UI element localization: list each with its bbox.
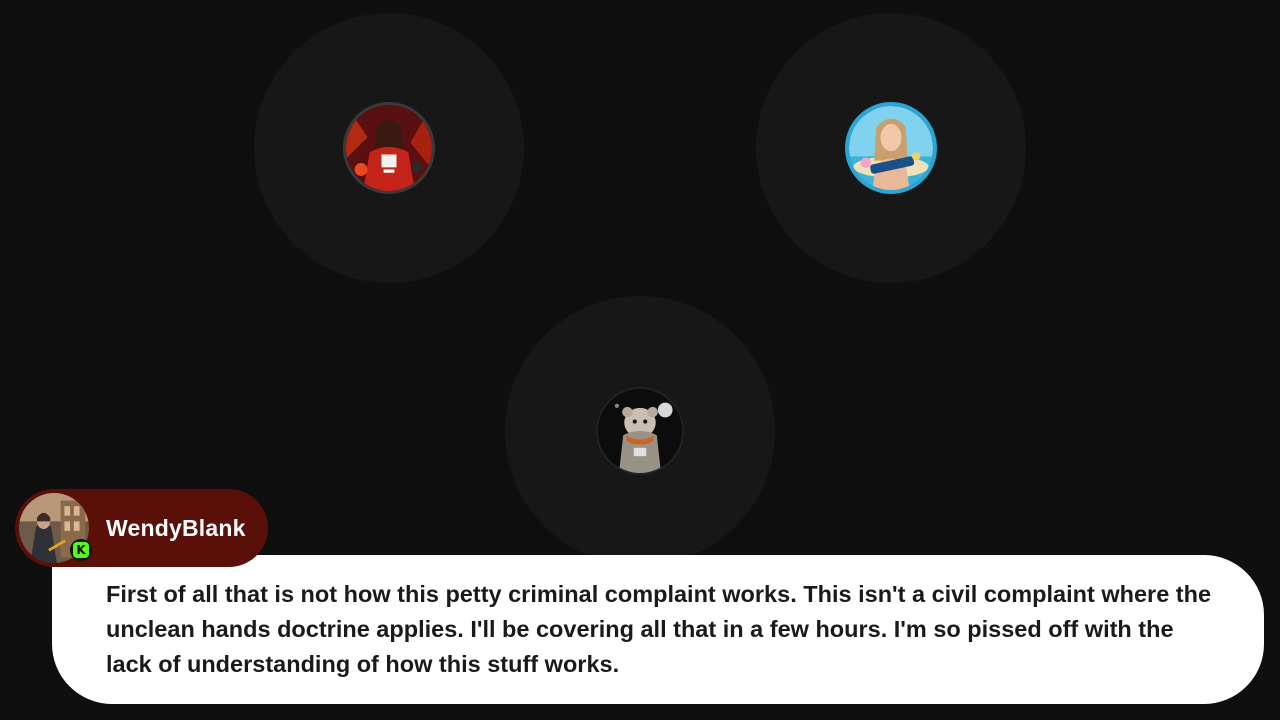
participant-avatar-3[interactable] bbox=[596, 387, 684, 475]
participant-avatar-1[interactable] bbox=[343, 102, 435, 194]
participant-avatar-2[interactable] bbox=[845, 102, 937, 194]
kick-badge-letter: K bbox=[73, 542, 89, 558]
avatar-red-character-icon bbox=[346, 105, 432, 191]
participant-halo-1 bbox=[254, 13, 524, 283]
participant-halo-3 bbox=[505, 296, 775, 566]
voice-stage: K WendyBlank First of all that is not ho… bbox=[0, 0, 1280, 720]
avatar-nonsense-woman-icon bbox=[849, 106, 933, 190]
participant-halo-2 bbox=[756, 13, 1026, 283]
message-text: First of all that is not how this petty … bbox=[106, 581, 1212, 677]
avatar-ewok-icon bbox=[598, 389, 682, 473]
speaker-tag[interactable]: K WendyBlank bbox=[15, 489, 268, 567]
speaker-name: WendyBlank bbox=[106, 515, 246, 541]
kick-badge-icon: K bbox=[70, 539, 92, 561]
message-bubble: First of all that is not how this petty … bbox=[52, 555, 1264, 704]
